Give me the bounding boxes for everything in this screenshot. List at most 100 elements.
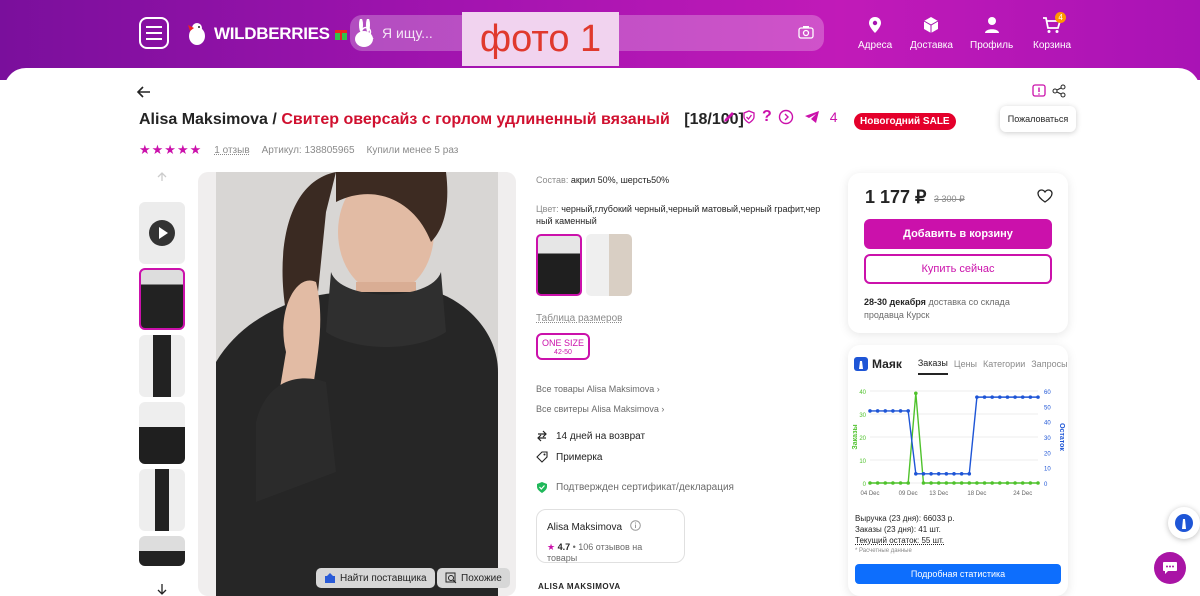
lighthouse-icon (854, 357, 868, 371)
report-icon[interactable] (1032, 84, 1046, 98)
gift-icon (334, 30, 347, 40)
certificate-label: Подтвержден сертификат/декларация (556, 482, 734, 493)
sale-badge[interactable]: Новогодний SALE (854, 113, 956, 130)
reviews-link[interactable]: 1 отзыв (214, 145, 249, 156)
detailed-stats-button[interactable]: Подробная статистика (855, 564, 1061, 584)
chevron-down-icon[interactable] (156, 583, 168, 595)
series-point-0 (998, 481, 1002, 485)
main-product-image[interactable] (198, 172, 516, 596)
shield-check-icon[interactable] (742, 110, 756, 124)
buy-now-button[interactable]: Купить сейчас (864, 254, 1052, 284)
series-point-0 (898, 481, 903, 485)
all-sweaters-link[interactable]: Все свитеры Alisa Maksimova › (536, 404, 664, 414)
chat-button[interactable] (1154, 552, 1186, 584)
thumbnail-2[interactable] (139, 335, 185, 397)
similar-button[interactable]: Похожие (437, 568, 510, 588)
all-goods-link[interactable]: Все товары Alisa Maksimova › (536, 384, 660, 394)
mayak-widget: Маяк Заказы Цены Категории Запросы 0 10 20… (848, 345, 1068, 596)
product-brand[interactable]: Alisa Maksimova (139, 111, 268, 128)
nav-label: Профиль (970, 40, 1014, 51)
video-thumbnail[interactable] (139, 202, 185, 264)
brand-logo[interactable]: ALISA MAKSIMOVA (538, 582, 621, 591)
thumbnail-5[interactable] (139, 536, 185, 566)
right-tick-label: 50 (1044, 405, 1051, 411)
nav-addresses[interactable]: Адреса (858, 16, 892, 51)
all-goods-label: Все товары Alisa Maksimova (536, 384, 655, 394)
bought-count: Купили менее 5 раз (366, 144, 459, 156)
logo[interactable]: WILDBERRIES (184, 18, 378, 50)
favorite-heart-icon[interactable] (1037, 189, 1053, 203)
fitting-label: Примерка (556, 451, 603, 463)
color-swatch-beige[interactable] (586, 234, 632, 296)
back-arrow-icon[interactable] (136, 84, 152, 100)
series-point-1 (929, 472, 933, 476)
series-point-0 (944, 481, 949, 485)
series-point-1 (967, 472, 972, 476)
camera-icon[interactable] (798, 25, 814, 39)
series-point-0 (875, 481, 880, 485)
mayak-tabs: Маяк Заказы Цены Категории Запросы (854, 353, 1068, 375)
delivery-info: 28-30 декабря доставка со склада продавца… (864, 296, 1010, 322)
series-point-1 (1028, 395, 1033, 399)
series-line-1 (870, 396, 1038, 475)
color-value-line2: ный каменный (536, 216, 597, 226)
color-value-line1: черный,глубокий черный,черный матовый,че… (561, 204, 821, 214)
revenue-stat: Выручка (23 дня): 66033 р. (855, 514, 955, 523)
similar-label: Похожие (461, 572, 502, 584)
series-point-0 (982, 481, 987, 485)
series-point-1 (982, 395, 987, 399)
series-point-0 (906, 481, 910, 485)
series-point-0 (891, 481, 895, 485)
left-tick-label: 30 (859, 413, 866, 419)
nav-profile[interactable]: Профиль (970, 16, 1013, 51)
series-point-0 (868, 481, 872, 485)
chevron-up-icon[interactable] (156, 172, 168, 182)
color-swatch-black[interactable] (536, 234, 582, 296)
certificate-info[interactable]: Подтвержден сертификат/декларация (536, 481, 734, 494)
menu-button[interactable] (139, 17, 169, 49)
cart-count-badge: 4 (1055, 12, 1067, 23)
mayak-brand-label: Маяк (872, 357, 902, 371)
tab-prices[interactable]: Цены (954, 359, 977, 369)
thumbnail-1[interactable] (139, 268, 185, 330)
add-to-cart-button[interactable]: Добавить в корзину (864, 219, 1052, 249)
price-card: 1 177 ₽ 3 300 ₽ Добавить в корзину Купит… (848, 173, 1068, 333)
size-table-link[interactable]: Таблица размеров (536, 313, 622, 324)
seller-rating: 4.7 (557, 542, 571, 552)
size-range: 42-50 (554, 349, 572, 356)
title-tools: ? 4 (722, 108, 838, 126)
help-question-icon[interactable]: ? (762, 108, 772, 126)
thumbnail-3[interactable] (139, 402, 185, 464)
x-tick-label: 24 Dec (1013, 491, 1032, 497)
series-point-1 (875, 409, 880, 413)
nav-delivery[interactable]: Доставка (910, 16, 953, 51)
extension-button[interactable] (1168, 507, 1200, 539)
thumbnail-4[interactable] (139, 469, 185, 531)
series-point-0 (883, 481, 888, 485)
stock-stat: Текущий остаток: 55 шт. (855, 536, 945, 545)
telegram-icon[interactable] (804, 110, 820, 124)
orders-stat: Заказы (23 дня): 41 шт. (855, 525, 941, 534)
mayak-stats: Выручка (23 дня): 66033 р. Заказы (23 дн… (855, 513, 954, 557)
star-icon: ★ (547, 542, 556, 552)
seller-card[interactable]: Alisa Maksimova ★ 4.7 • 106 отзывов на т… (536, 509, 685, 563)
find-supplier-button[interactable]: Найти поставщика (316, 568, 435, 588)
arrow-circle-icon[interactable] (778, 109, 794, 125)
size-option[interactable]: ONE SIZE 42-50 (536, 333, 590, 360)
series-point-1 (990, 395, 994, 399)
series-point-1 (1020, 395, 1025, 399)
series-point-1 (914, 472, 918, 476)
tab-categories[interactable]: Категории (983, 359, 1025, 369)
share-icon[interactable] (1052, 84, 1066, 98)
tab-queries[interactable]: Запросы (1031, 359, 1067, 369)
tab-orders[interactable]: Заказы (917, 358, 948, 375)
all-sweaters-label: Все свитеры Alisa Maksimova (536, 404, 659, 414)
series-point-1 (906, 409, 910, 413)
nav-cart[interactable]: 4 Корзина (1033, 12, 1071, 51)
lighthouse-icon (1175, 514, 1193, 532)
series-point-1 (921, 472, 926, 476)
edit-pencil-icon[interactable] (722, 110, 736, 124)
series-point-0 (967, 481, 972, 485)
info-icon[interactable] (630, 520, 641, 531)
right-tick-label: 10 (1044, 467, 1051, 473)
